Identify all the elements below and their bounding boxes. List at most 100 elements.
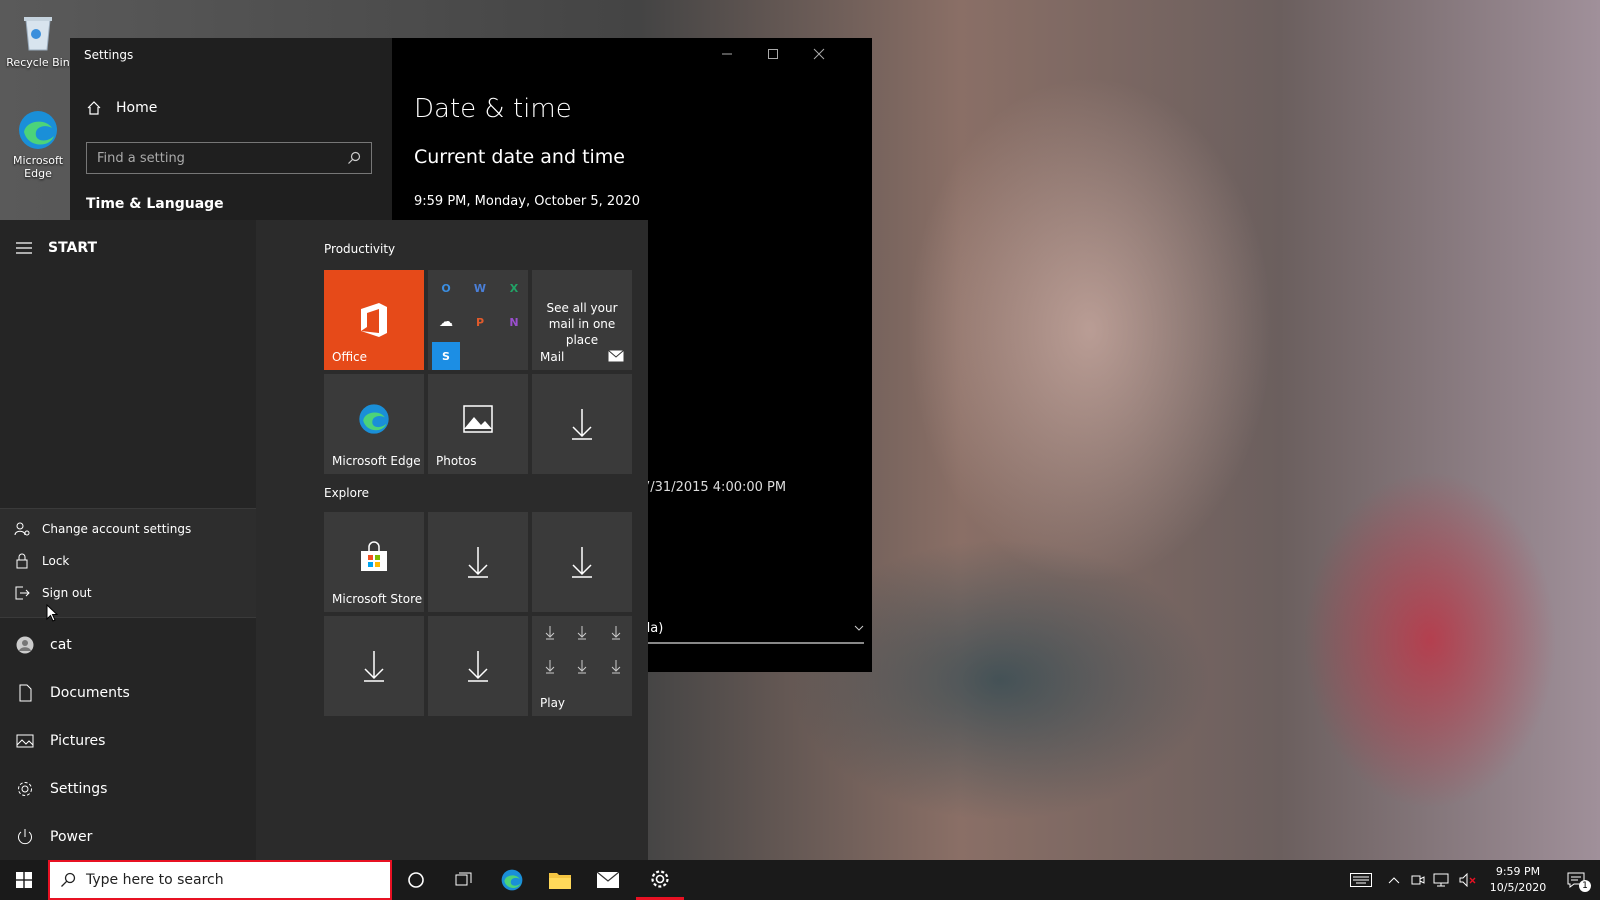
tray-touch-keyboard[interactable] bbox=[1346, 860, 1376, 900]
action-center-button[interactable]: 1 bbox=[1556, 860, 1596, 900]
tile-download[interactable] bbox=[324, 616, 424, 716]
mail-icon bbox=[608, 350, 624, 362]
user-avatar-icon bbox=[16, 636, 34, 654]
tray-show-hidden[interactable] bbox=[1384, 860, 1404, 900]
edge-icon bbox=[16, 108, 60, 152]
rail-item-documents[interactable]: Documents bbox=[16, 684, 130, 702]
play-folder-icon bbox=[540, 624, 624, 680]
mouse-cursor-icon bbox=[46, 604, 58, 622]
section-title: Time & Language bbox=[86, 196, 224, 212]
desktop-icon-label: Microsoft Edge bbox=[12, 154, 64, 180]
tile-photos[interactable]: Photos bbox=[428, 374, 528, 474]
group-label-productivity: Productivity bbox=[324, 242, 396, 256]
group-label-explore: Explore bbox=[324, 486, 370, 500]
cortana-icon bbox=[407, 871, 425, 889]
rail-item-label: cat bbox=[50, 637, 72, 653]
taskbar-search-placeholder: Type here to search bbox=[86, 872, 224, 888]
start-button[interactable] bbox=[0, 860, 48, 900]
tile-download[interactable] bbox=[532, 512, 632, 612]
tray-meet-now[interactable] bbox=[1408, 860, 1428, 900]
tile-label: Photos bbox=[436, 454, 477, 468]
tile-label: Office bbox=[332, 350, 368, 364]
tile-mail[interactable]: See all your mail in one place Mail bbox=[532, 270, 632, 370]
settings-home-link[interactable]: Home bbox=[86, 100, 157, 116]
lock-item[interactable]: Lock bbox=[14, 553, 69, 569]
sign-out-item[interactable]: Sign out bbox=[14, 585, 92, 601]
current-datetime-text: 9:59 PM, Monday, October 5, 2020 bbox=[414, 194, 641, 209]
taskbar-task-view[interactable] bbox=[440, 860, 488, 900]
taskbar-search-box[interactable]: Type here to search bbox=[48, 860, 392, 900]
tile-microsoft-edge[interactable]: Microsoft Edge bbox=[324, 374, 424, 474]
download-icon bbox=[428, 512, 528, 612]
change-account-settings-item[interactable]: Change account settings bbox=[14, 521, 191, 537]
tile-play-folder[interactable]: Play bbox=[532, 616, 632, 716]
change-account-settings-label: Change account settings bbox=[42, 522, 192, 536]
tile-download[interactable] bbox=[428, 512, 528, 612]
tile-office-apps-folder[interactable]: O W X ☁ P N S bbox=[428, 270, 528, 370]
start-rail: START Change account settings Lock Sign … bbox=[0, 220, 256, 860]
excel-icon: X bbox=[509, 281, 519, 295]
taskbar: Type here to search 9:59 PM 10/5/2020 1 bbox=[0, 860, 1600, 900]
tile-microsoft-store[interactable]: Microsoft Store bbox=[324, 512, 424, 612]
taskbar-edge[interactable] bbox=[488, 860, 536, 900]
network-icon bbox=[1433, 873, 1451, 887]
tile-label: Microsoft Store bbox=[332, 592, 423, 606]
taskbar-mail[interactable] bbox=[584, 860, 632, 900]
hamburger-icon bbox=[16, 241, 32, 255]
taskbar-file-explorer[interactable] bbox=[536, 860, 584, 900]
rail-item-user[interactable]: cat bbox=[16, 636, 72, 654]
volume-muted-icon bbox=[1459, 873, 1477, 887]
close-button[interactable] bbox=[796, 38, 842, 70]
camera-icon bbox=[1411, 873, 1425, 887]
desktop-icon-edge[interactable]: Microsoft Edge bbox=[4, 108, 72, 180]
minimize-button[interactable] bbox=[704, 38, 750, 70]
tile-label: Mail bbox=[540, 350, 565, 364]
rail-item-label: Settings bbox=[50, 781, 108, 797]
power-icon bbox=[16, 828, 34, 846]
start-header-label: START bbox=[48, 240, 98, 256]
tile-office[interactable]: Office bbox=[324, 270, 424, 370]
chevron-down-icon bbox=[854, 623, 864, 633]
outlook-icon: O bbox=[441, 281, 451, 295]
home-icon bbox=[86, 100, 102, 116]
maximize-button[interactable] bbox=[750, 38, 796, 70]
notification-count-badge: 1 bbox=[1579, 880, 1591, 892]
office-apps-folder-icon: O W X ☁ P N S bbox=[432, 274, 528, 370]
keyboard-icon bbox=[1350, 873, 1372, 887]
sign-out-icon bbox=[14, 585, 30, 601]
start-header[interactable]: START bbox=[16, 240, 97, 256]
tray-network[interactable] bbox=[1430, 860, 1454, 900]
last-sync-text: 7/31/2015 4:00:00 PM bbox=[642, 480, 787, 495]
onedrive-icon: ☁ bbox=[439, 314, 453, 330]
search-icon bbox=[347, 151, 361, 165]
rail-item-settings[interactable]: Settings bbox=[16, 780, 107, 798]
sign-out-label: Sign out bbox=[42, 586, 92, 600]
recycle-bin-icon bbox=[16, 10, 60, 54]
taskbar-cortana[interactable] bbox=[392, 860, 440, 900]
mail-icon bbox=[596, 871, 620, 889]
gear-icon bbox=[16, 780, 34, 798]
download-icon bbox=[324, 616, 424, 716]
rail-item-power[interactable]: Power bbox=[16, 828, 92, 846]
document-icon bbox=[16, 684, 34, 702]
timezone-dropdown[interactable]: da) bbox=[642, 614, 864, 644]
tile-download[interactable] bbox=[428, 616, 528, 716]
download-icon bbox=[428, 616, 528, 716]
taskbar-clock[interactable]: 9:59 PM 10/5/2020 bbox=[1488, 864, 1548, 896]
tray-volume[interactable] bbox=[1456, 860, 1480, 900]
clock-time: 9:59 PM bbox=[1495, 865, 1541, 878]
onenote-icon: N bbox=[509, 315, 519, 329]
page-title: Date & time bbox=[414, 94, 572, 124]
chevron-up-icon bbox=[1388, 876, 1400, 884]
taskbar-settings[interactable] bbox=[636, 860, 684, 900]
rail-item-pictures[interactable]: Pictures bbox=[16, 732, 105, 750]
home-label: Home bbox=[116, 100, 158, 116]
tile-download[interactable] bbox=[532, 374, 632, 474]
download-icon bbox=[532, 374, 632, 474]
rail-item-label: Pictures bbox=[50, 733, 106, 749]
find-setting-input[interactable]: Find a setting bbox=[86, 142, 372, 174]
search-icon bbox=[60, 872, 76, 888]
desktop-icon-recycle-bin[interactable]: Recycle Bin bbox=[4, 10, 72, 69]
rail-item-label: Documents bbox=[50, 685, 130, 701]
lock-label: Lock bbox=[42, 554, 70, 568]
